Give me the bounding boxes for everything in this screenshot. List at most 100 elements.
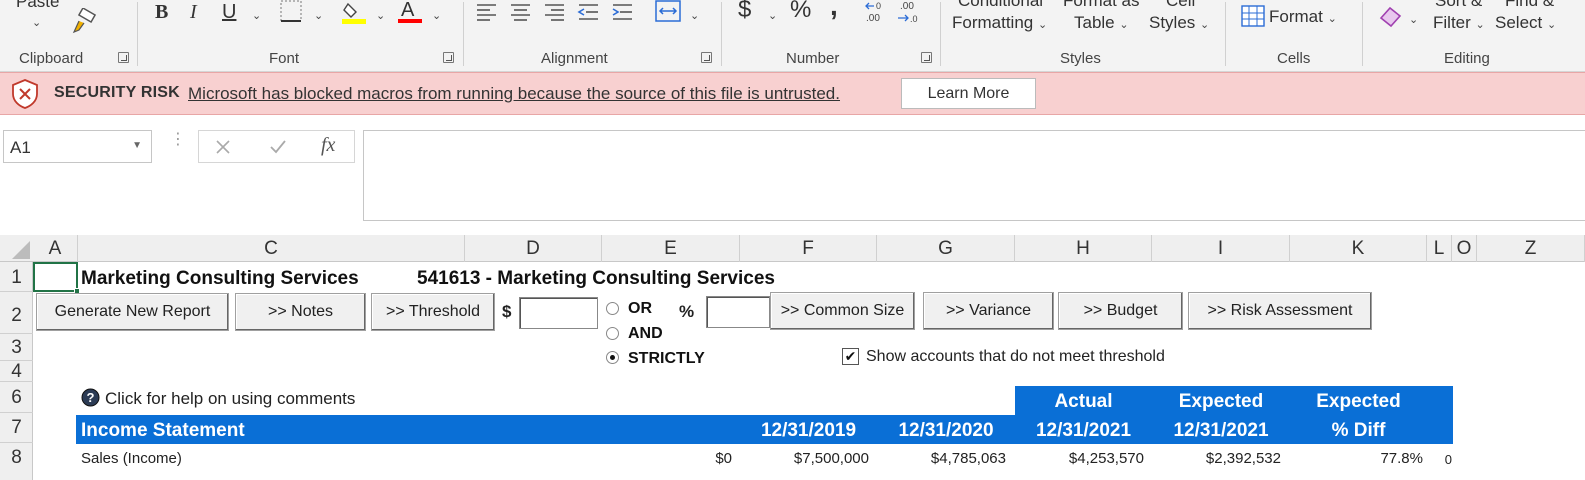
selected-cell-a1[interactable] — [33, 262, 78, 292]
clear-eraser-icon[interactable] — [1378, 4, 1404, 28]
column-header-k[interactable]: K — [1290, 235, 1427, 262]
radio-and[interactable] — [606, 327, 619, 340]
font-color-dropdown-icon[interactable]: ⌄ — [432, 4, 441, 28]
bold-button[interactable]: B — [155, 0, 168, 24]
merge-center-icon[interactable] — [655, 0, 681, 22]
row-header-2[interactable]: 2 — [0, 292, 33, 334]
comma-style-button[interactable]: , — [830, 0, 838, 20]
alignment-launcher-icon[interactable] — [701, 52, 712, 63]
accounting-format-button[interactable]: $ — [738, 0, 751, 22]
increase-indent-icon[interactable] — [612, 4, 632, 20]
clear-dropdown-icon[interactable]: ⌄ — [1409, 8, 1418, 32]
column-header-z[interactable]: Z — [1477, 235, 1585, 262]
variance-button[interactable]: >> Variance — [923, 292, 1054, 330]
show-accounts-checkbox[interactable]: ✔ — [842, 348, 859, 365]
column-header-e[interactable]: E — [602, 235, 740, 262]
name-box[interactable]: A1 ▼ — [3, 130, 152, 163]
svg-text:.00: .00 — [866, 13, 880, 24]
column-header-a[interactable]: A — [33, 235, 78, 262]
increase-decimal-icon[interactable]: 0 .00 — [865, 1, 881, 24]
paste-button[interactable]: Paste — [16, 0, 59, 12]
select-all-corner[interactable] — [0, 235, 33, 262]
borders-icon[interactable] — [280, 0, 302, 22]
merge-dropdown-icon[interactable]: ⌄ — [690, 4, 699, 28]
cell-flag[interactable]: 0 — [1435, 452, 1452, 467]
show-accounts-label: Show accounts that do not meet threshold — [866, 348, 1165, 365]
font-launcher-icon[interactable] — [443, 52, 454, 63]
column-header-o[interactable]: O — [1452, 235, 1477, 262]
cell-pct-diff[interactable]: 77.8% — [1290, 450, 1423, 467]
header-col-2019: 12/31/2019 — [760, 420, 857, 441]
number-launcher-icon[interactable] — [921, 52, 932, 63]
budget-button[interactable]: >> Budget — [1058, 292, 1183, 330]
row-header-1[interactable]: 1 — [0, 262, 33, 292]
fill-color-dropdown-icon[interactable]: ⌄ — [376, 4, 385, 28]
cell-2019[interactable]: $7,500,000 — [740, 450, 869, 467]
column-header-c[interactable]: C — [78, 235, 465, 262]
common-size-button[interactable]: >> Common Size — [770, 292, 915, 330]
formula-bar-splitter-icon[interactable]: ⋮ — [170, 132, 186, 148]
paste-dropdown-icon[interactable]: ⌄ — [32, 16, 41, 29]
column-header-g[interactable]: G — [877, 235, 1015, 262]
help-question-icon[interactable]: ? — [81, 388, 100, 407]
underline-dropdown-icon[interactable]: ⌄ — [252, 4, 261, 28]
dollar-threshold-input[interactable] — [519, 297, 598, 329]
cell-expected-2021[interactable]: $2,392,532 — [1152, 450, 1281, 467]
format-painter-icon[interactable] — [70, 8, 98, 36]
align-right-icon[interactable] — [545, 4, 564, 21]
column-header-d[interactable]: D — [465, 235, 602, 262]
name-box-dropdown-icon[interactable]: ▼ — [132, 140, 142, 151]
row-header-6[interactable]: 6 — [0, 382, 33, 413]
radio-or[interactable] — [606, 302, 619, 315]
accounting-dropdown-icon[interactable]: ⌄ — [768, 4, 777, 28]
italic-button[interactable]: I — [190, 0, 197, 24]
underline-button[interactable]: U — [222, 0, 236, 24]
radio-and-label: AND — [628, 325, 663, 342]
decrease-decimal-icon[interactable]: .00 .0 — [898, 1, 918, 24]
clipboard-launcher-icon[interactable] — [118, 52, 129, 63]
security-risk-message-link[interactable]: Microsoft has blocked macros from runnin… — [188, 84, 840, 104]
cell-d8[interactable]: $0 — [602, 450, 732, 467]
generate-new-report-button[interactable]: Generate New Report — [36, 293, 229, 331]
decrease-indent-icon[interactable] — [577, 4, 598, 20]
help-comments-link[interactable]: Click for help on using comments — [105, 389, 355, 409]
align-left-icon[interactable] — [477, 4, 496, 21]
cell-actual-2021[interactable]: $4,253,570 — [1015, 450, 1144, 467]
format-cells-icon[interactable] — [1241, 5, 1265, 27]
column-header-h[interactable]: H — [1015, 235, 1152, 262]
font-color-swatch — [398, 19, 422, 23]
radio-strictly-label: STRICTLY — [628, 350, 705, 367]
percent-threshold-input[interactable] — [706, 296, 770, 328]
notes-button[interactable]: >> Notes — [235, 293, 366, 331]
formula-bar: A1 ▼ ⋮ fx — [0, 116, 1585, 234]
row-label[interactable]: Sales (Income) — [81, 450, 182, 467]
percent-sign-label: % — [679, 302, 695, 321]
risk-assessment-button[interactable]: >> Risk Assessment — [1188, 292, 1372, 330]
insert-function-icon[interactable]: fx — [321, 134, 335, 157]
cancel-entry-icon[interactable] — [215, 139, 231, 155]
column-header-i[interactable]: I — [1152, 235, 1290, 262]
borders-dropdown-icon[interactable]: ⌄ — [314, 4, 323, 28]
align-center-icon[interactable] — [511, 4, 530, 21]
column-header-f[interactable]: F — [740, 235, 877, 262]
radio-strictly[interactable] — [606, 351, 619, 364]
conditional-formatting-line2: Formatting ⌄ — [952, 13, 1048, 32]
number-group-label: Number — [786, 50, 840, 67]
row-header-7[interactable]: 7 — [0, 413, 33, 443]
row-header-4[interactable]: 4 — [0, 361, 33, 382]
row-header-3[interactable]: 3 — [0, 334, 33, 361]
confirm-entry-icon[interactable] — [269, 139, 287, 155]
percent-style-button[interactable]: % — [790, 0, 811, 22]
cell-2020[interactable]: $4,785,063 — [877, 450, 1006, 467]
row-header-8[interactable]: 8 — [0, 443, 33, 480]
font-group-label: Font — [269, 50, 300, 67]
decimal-buttons[interactable]: 0 .00 .00 .0 — [864, 0, 924, 24]
alignment-buttons[interactable] — [476, 2, 636, 24]
column-header-l[interactable]: L — [1427, 235, 1452, 262]
formula-input[interactable] — [363, 130, 1585, 221]
threshold-button[interactable]: >> Threshold — [371, 293, 495, 331]
fill-color-icon[interactable] — [342, 0, 368, 24]
learn-more-button[interactable]: Learn More — [901, 78, 1036, 109]
cells-group-label: Cells — [1277, 50, 1311, 67]
format-button[interactable]: Format ⌄ — [1269, 7, 1337, 27]
